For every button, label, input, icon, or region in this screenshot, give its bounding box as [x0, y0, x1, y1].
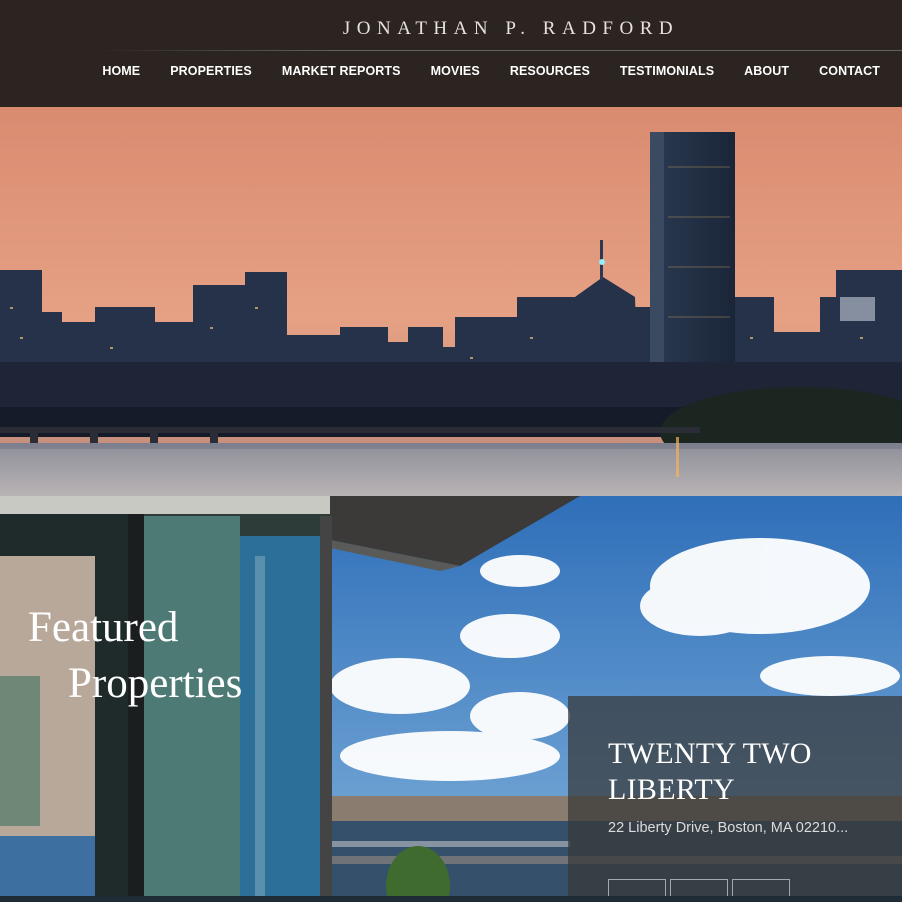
bottom-edge	[0, 896, 902, 902]
hero-skyline-image	[0, 107, 902, 496]
featured-properties-heading: Featured Properties	[28, 600, 242, 712]
featured-heading-line1: Featured	[28, 604, 179, 651]
property-card[interactable]: TWENTY TWO LIBERTY 22 Liberty Drive, Bos…	[568, 696, 902, 902]
property-name[interactable]: TWENTY TWO LIBERTY	[608, 736, 868, 808]
featured-heading-line2: Properties	[68, 660, 243, 707]
header-divider	[95, 50, 902, 51]
nav-properties[interactable]: PROPERTIES	[170, 64, 252, 78]
nav-testimonials[interactable]: TESTIMONIALS	[620, 64, 714, 78]
nav-home[interactable]: HOME	[102, 64, 140, 78]
nav-movies[interactable]: MOVIES	[431, 64, 480, 78]
featured-properties-section: Featured Properties TWENTY TWO LIBERTY 2…	[0, 496, 902, 902]
nav-resources[interactable]: RESOURCES	[510, 64, 590, 78]
site-logo[interactable]: JONATHAN P. RADFORD	[0, 18, 902, 40]
main-nav: HOME PROPERTIES MARKET REPORTS MOVIES RE…	[102, 64, 880, 78]
nav-about[interactable]: ABOUT	[744, 64, 789, 78]
nav-contact[interactable]: CONTACT	[819, 64, 880, 78]
nav-market-reports[interactable]: MARKET REPORTS	[282, 64, 401, 78]
property-address: 22 Liberty Drive, Boston, MA 02210...	[608, 820, 849, 836]
site-header: JONATHAN P. RADFORD HOME PROPERTIES MARK…	[0, 0, 902, 107]
